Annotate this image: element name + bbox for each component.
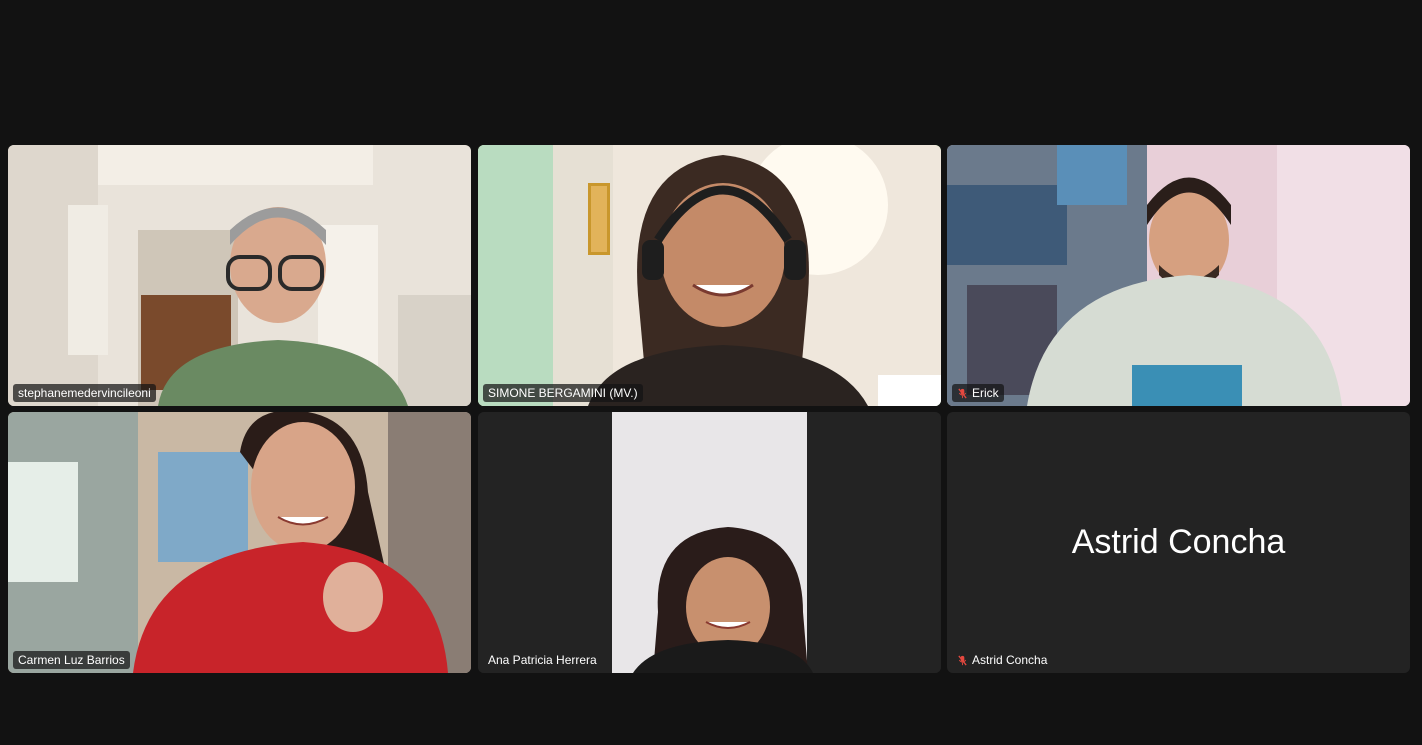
participant-name: Erick [972, 386, 999, 400]
participant-tile-4[interactable]: Carmen Luz Barrios [8, 412, 471, 673]
participant-video-3 [947, 145, 1410, 406]
participant-display-name: Astrid Concha [1071, 523, 1286, 561]
participant-name-tag: SIMONE BERGAMINI (MV.) [483, 384, 643, 402]
participant-tile-1[interactable]: stephanemedervincileoni [8, 145, 471, 406]
participant-video-2 [478, 145, 941, 406]
participant-video-1 [8, 145, 471, 406]
participant-video-5 [478, 412, 941, 673]
participant-tile-2[interactable]: SIMONE BERGAMINI (MV.) [478, 145, 941, 406]
participant-name: SIMONE BERGAMINI (MV.) [488, 386, 638, 400]
participant-name-tag: Ana Patricia Herrera [483, 651, 602, 669]
participant-video-4 [8, 412, 471, 673]
participant-name: Ana Patricia Herrera [488, 653, 597, 667]
participant-tile-5[interactable]: Ana Patricia Herrera [478, 412, 941, 673]
participant-name: Astrid Concha [972, 653, 1048, 667]
participant-name-tag: Erick [952, 384, 1004, 402]
muted-mic-icon [958, 388, 967, 398]
participant-tile-6[interactable]: Astrid Concha Astrid Concha [947, 412, 1410, 673]
participant-tile-3[interactable]: Erick [947, 145, 1410, 406]
gallery-view: stephanemedervincileoni SIMONE BERGAMINI… [0, 0, 1422, 745]
participant-name-tag: stephanemedervincileoni [13, 384, 156, 402]
participant-name-tag: Astrid Concha [952, 651, 1052, 669]
participant-name-tag: Carmen Luz Barrios [13, 651, 130, 669]
muted-mic-icon [958, 655, 967, 665]
participant-name: Carmen Luz Barrios [18, 653, 125, 667]
participant-name: stephanemedervincileoni [18, 386, 151, 400]
